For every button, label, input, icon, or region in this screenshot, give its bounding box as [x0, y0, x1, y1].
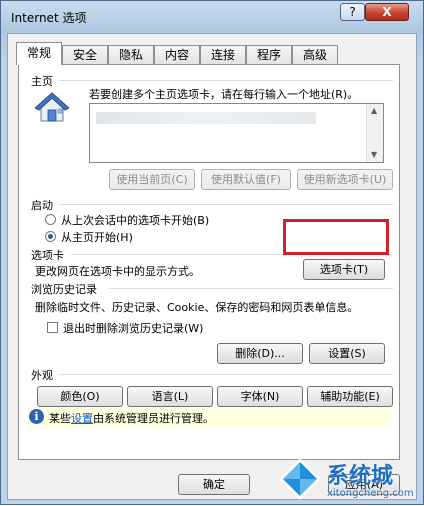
tab-privacy[interactable]: 隐私 [108, 45, 154, 64]
infobar-text: 某些设置由系统管理员进行管理。 [49, 410, 214, 426]
divider [59, 204, 393, 205]
title-bar: Internet 选项 ? X [1, 1, 423, 31]
infobar-prefix: 某些 [49, 412, 71, 425]
startup-home-page-radio[interactable] [45, 231, 56, 242]
tab-advanced[interactable]: 高级 [292, 45, 338, 64]
general-tab-panel: 主页 若要创建多个主页选项卡，请在每行输入一个地址(R)。 ▲ ▼ 使用当前页(… [18, 64, 400, 460]
help-button[interactable]: ? [340, 3, 365, 21]
home-page-address-box[interactable]: ▲ ▼ [89, 103, 384, 163]
delete-on-exit-label: 退出时删除浏览历史记录(W) [63, 322, 204, 335]
watermark: 系统城 xitongcheng.com [271, 456, 424, 506]
home-page-address-value [96, 112, 316, 124]
accessibility-button[interactable]: 辅助功能(E) [307, 386, 393, 407]
tabs-description: 更改网页在选项卡中的显示方式。 [35, 265, 200, 278]
window-title: Internet 选项 [11, 11, 87, 25]
colors-button[interactable]: 颜色(O) [37, 386, 123, 407]
watermark-text-url: xitongcheng.com [327, 488, 414, 499]
history-description: 删除临时文件、历史记录、Cookie、保存的密码和网页表单信息。 [35, 301, 359, 314]
appearance-section-title: 外观 [31, 369, 53, 382]
infobar-suffix: 由系统管理员进行管理。 [93, 412, 214, 425]
use-current-button[interactable]: 使用当前页(C) [109, 169, 195, 190]
delete-history-button[interactable]: 删除(D)... [217, 343, 303, 364]
divider [109, 288, 393, 289]
languages-button[interactable]: 语言(L) [127, 386, 213, 407]
divider [59, 374, 393, 375]
tabs-settings-button[interactable]: 选项卡(T) [303, 259, 385, 280]
watermark-text-cn: 系统城 [327, 464, 394, 489]
home-icon [34, 91, 70, 123]
tab-connections[interactable]: 连接 [200, 45, 246, 64]
ok-button[interactable]: 确定 [178, 474, 250, 495]
startup-last-session-radio[interactable] [45, 214, 56, 225]
tabs-section-title: 选项卡 [31, 249, 64, 262]
watermark-logo-icon [279, 458, 321, 500]
internet-options-window: Internet 选项 ? X 常规 安全 隐私 内容 连接 程序 高级 主页 [0, 0, 424, 505]
divider [59, 80, 393, 81]
home-address-scrollbar[interactable]: ▲ ▼ [366, 104, 383, 162]
scroll-up-icon[interactable]: ▲ [371, 106, 377, 115]
home-section-title: 主页 [31, 75, 53, 88]
info-icon: i [29, 409, 44, 424]
startup-section-title: 启动 [31, 199, 53, 212]
use-default-button[interactable]: 使用默认值(F) [201, 169, 291, 190]
startup-home-page-label: 从主页开始(H) [61, 231, 133, 244]
infobar-settings-link[interactable]: 设置 [71, 412, 93, 425]
history-settings-button[interactable]: 设置(S) [309, 343, 385, 364]
startup-last-session-label: 从上次会话中的选项卡开始(B) [61, 214, 210, 227]
history-section-title: 浏览历史记录 [31, 283, 97, 296]
tab-content[interactable]: 内容 [154, 45, 200, 64]
delete-on-exit-checkbox[interactable] [47, 322, 58, 333]
close-button[interactable]: X [365, 3, 409, 21]
tab-general[interactable]: 常规 [16, 42, 62, 65]
tab-security[interactable]: 安全 [62, 45, 108, 64]
highlight-box [283, 219, 389, 255]
use-new-tab-button[interactable]: 使用新选项卡(U) [297, 169, 393, 190]
scroll-down-icon[interactable]: ▼ [371, 150, 377, 159]
tab-programs[interactable]: 程序 [246, 45, 292, 64]
fonts-button[interactable]: 字体(N) [217, 386, 303, 407]
dialog-client-area: 常规 安全 隐私 内容 连接 程序 高级 主页 若要创建多个主页选项卡，请在每行… [7, 33, 417, 500]
managed-settings-infobar: i 某些设置由系统管理员进行管理。 [27, 407, 392, 427]
home-description: 若要创建多个主页选项卡，请在每行输入一个地址(R)。 [89, 88, 359, 101]
